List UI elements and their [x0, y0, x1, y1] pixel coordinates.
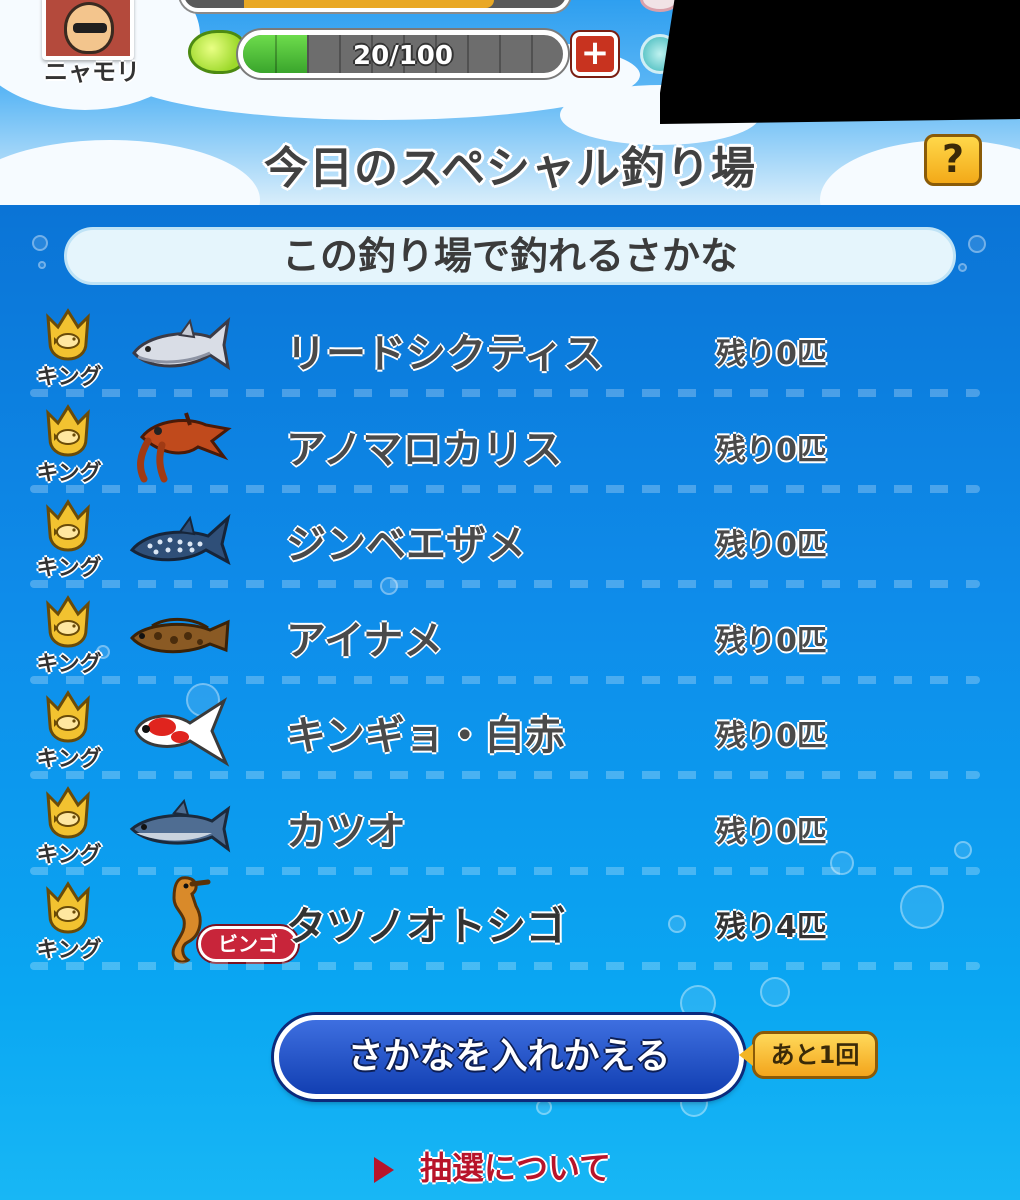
- bubble-decoration: [958, 263, 967, 272]
- crown-icon: [44, 403, 92, 457]
- fish-row[interactable]: キング リードシクティス 残り0匹: [0, 301, 1020, 397]
- crown-icon: [44, 880, 92, 934]
- fishing-spot-panel: この釣り場で釣れるさかな キング リードシクティス 残り0匹 キング アノマロカリス 残り…: [0, 205, 1020, 1200]
- wave-divider: [30, 962, 980, 970]
- stamina-value: 20/100: [353, 41, 453, 71]
- goldfish-icon: [128, 693, 232, 769]
- leedsichthys-icon: [128, 311, 232, 387]
- crown-icon: [44, 785, 92, 839]
- king-label: キング: [36, 365, 102, 390]
- whale-shark-icon: [128, 502, 232, 578]
- stamina-bar: 20/100: [238, 30, 568, 78]
- crown-icon: [44, 594, 92, 648]
- king-badge: キング: [34, 880, 104, 966]
- page-title: 今日のスペシャル釣り場: [264, 143, 756, 194]
- bubble-decoration: [968, 235, 986, 253]
- player-avatar[interactable]: [42, 0, 134, 60]
- king-label: キング: [36, 460, 102, 486]
- fish-remaining-count: 残り0匹: [716, 528, 827, 563]
- fish-row[interactable]: キング アノマロカリス 残り0匹: [0, 397, 1020, 493]
- swap-fish-button[interactable]: さかなを入れかえる: [274, 1015, 744, 1099]
- fish-name: タツノオトシゴ: [286, 904, 566, 950]
- fish-row[interactable]: キング カツオ 残り0匹: [0, 779, 1020, 875]
- bubble-decoration: [536, 1099, 552, 1115]
- king-label: キング: [36, 747, 102, 772]
- status-header: ニャモリ 20/100 + 今日のスペシャル釣り場 ?: [0, 0, 1020, 205]
- bonito-icon: [128, 789, 232, 865]
- bubble-decoration: [32, 235, 48, 251]
- catchable-fish-header: この釣り場で釣れるさかな: [64, 227, 956, 285]
- bingo-badge: ビンゴ: [198, 926, 298, 962]
- fish-remaining-count: 残り0匹: [716, 814, 827, 850]
- greenling-icon: [128, 598, 232, 674]
- fish-remaining-count: 残り0匹: [716, 337, 827, 372]
- fish-name: ジンベエザメ: [286, 522, 526, 568]
- fish-row[interactable]: キング ジンベエザメ 残り0匹: [0, 492, 1020, 588]
- crown-icon: [44, 498, 92, 552]
- king-badge: キング: [34, 403, 104, 489]
- lottery-info-label: 抽選について: [420, 1149, 612, 1187]
- avatar-face: [64, 2, 114, 54]
- king-badge: キング: [34, 307, 104, 393]
- play-triangle-icon: [374, 1157, 394, 1183]
- fish-name: リードシクティス: [286, 331, 604, 377]
- player-name: ニャモリ: [44, 58, 140, 86]
- anomalocaris-icon: [128, 407, 232, 483]
- fish-name: キンギョ・白赤: [286, 713, 565, 759]
- king-label: キング: [36, 651, 102, 677]
- sunglasses-icon: [73, 23, 107, 33]
- king-badge: キング: [34, 689, 104, 775]
- bubble-decoration: [760, 977, 790, 1007]
- bubble-decoration: [38, 261, 46, 269]
- fish-remaining-count: 残り0匹: [716, 432, 827, 468]
- fish-row[interactable]: キング キンギョ・白赤 残り0匹: [0, 683, 1020, 779]
- fish-remaining-count: 残り4匹: [716, 910, 827, 945]
- crown-icon: [44, 307, 92, 361]
- fish-row[interactable]: キング アイナメ 残り0匹: [0, 588, 1020, 684]
- king-badge: キング: [34, 785, 104, 871]
- king-label: キング: [36, 556, 102, 581]
- help-button[interactable]: ?: [924, 134, 982, 186]
- fish-row[interactable]: キング ビンゴ タツノオトシゴ 残り4匹: [0, 874, 1020, 970]
- king-badge: キング: [34, 594, 104, 680]
- king-label: キング: [36, 842, 102, 868]
- crown-icon: [44, 689, 92, 743]
- lottery-info-link[interactable]: 抽選について: [374, 1143, 611, 1187]
- king-badge: キング: [34, 498, 104, 584]
- fish-remaining-count: 残り0匹: [716, 719, 827, 754]
- redacted-area: [660, 0, 1020, 124]
- king-label: キング: [36, 938, 102, 963]
- fish-name: アノマロカリス: [286, 426, 563, 473]
- add-stamina-button[interactable]: +: [572, 32, 618, 76]
- experience-fill: [244, 0, 494, 8]
- fish-name: カツオ: [286, 808, 406, 855]
- experience-bar: [180, 0, 570, 12]
- fish-name: アイナメ: [286, 617, 444, 664]
- fish-remaining-count: 残り0匹: [716, 623, 827, 659]
- swap-remaining-badge: あと1回: [739, 1031, 878, 1079]
